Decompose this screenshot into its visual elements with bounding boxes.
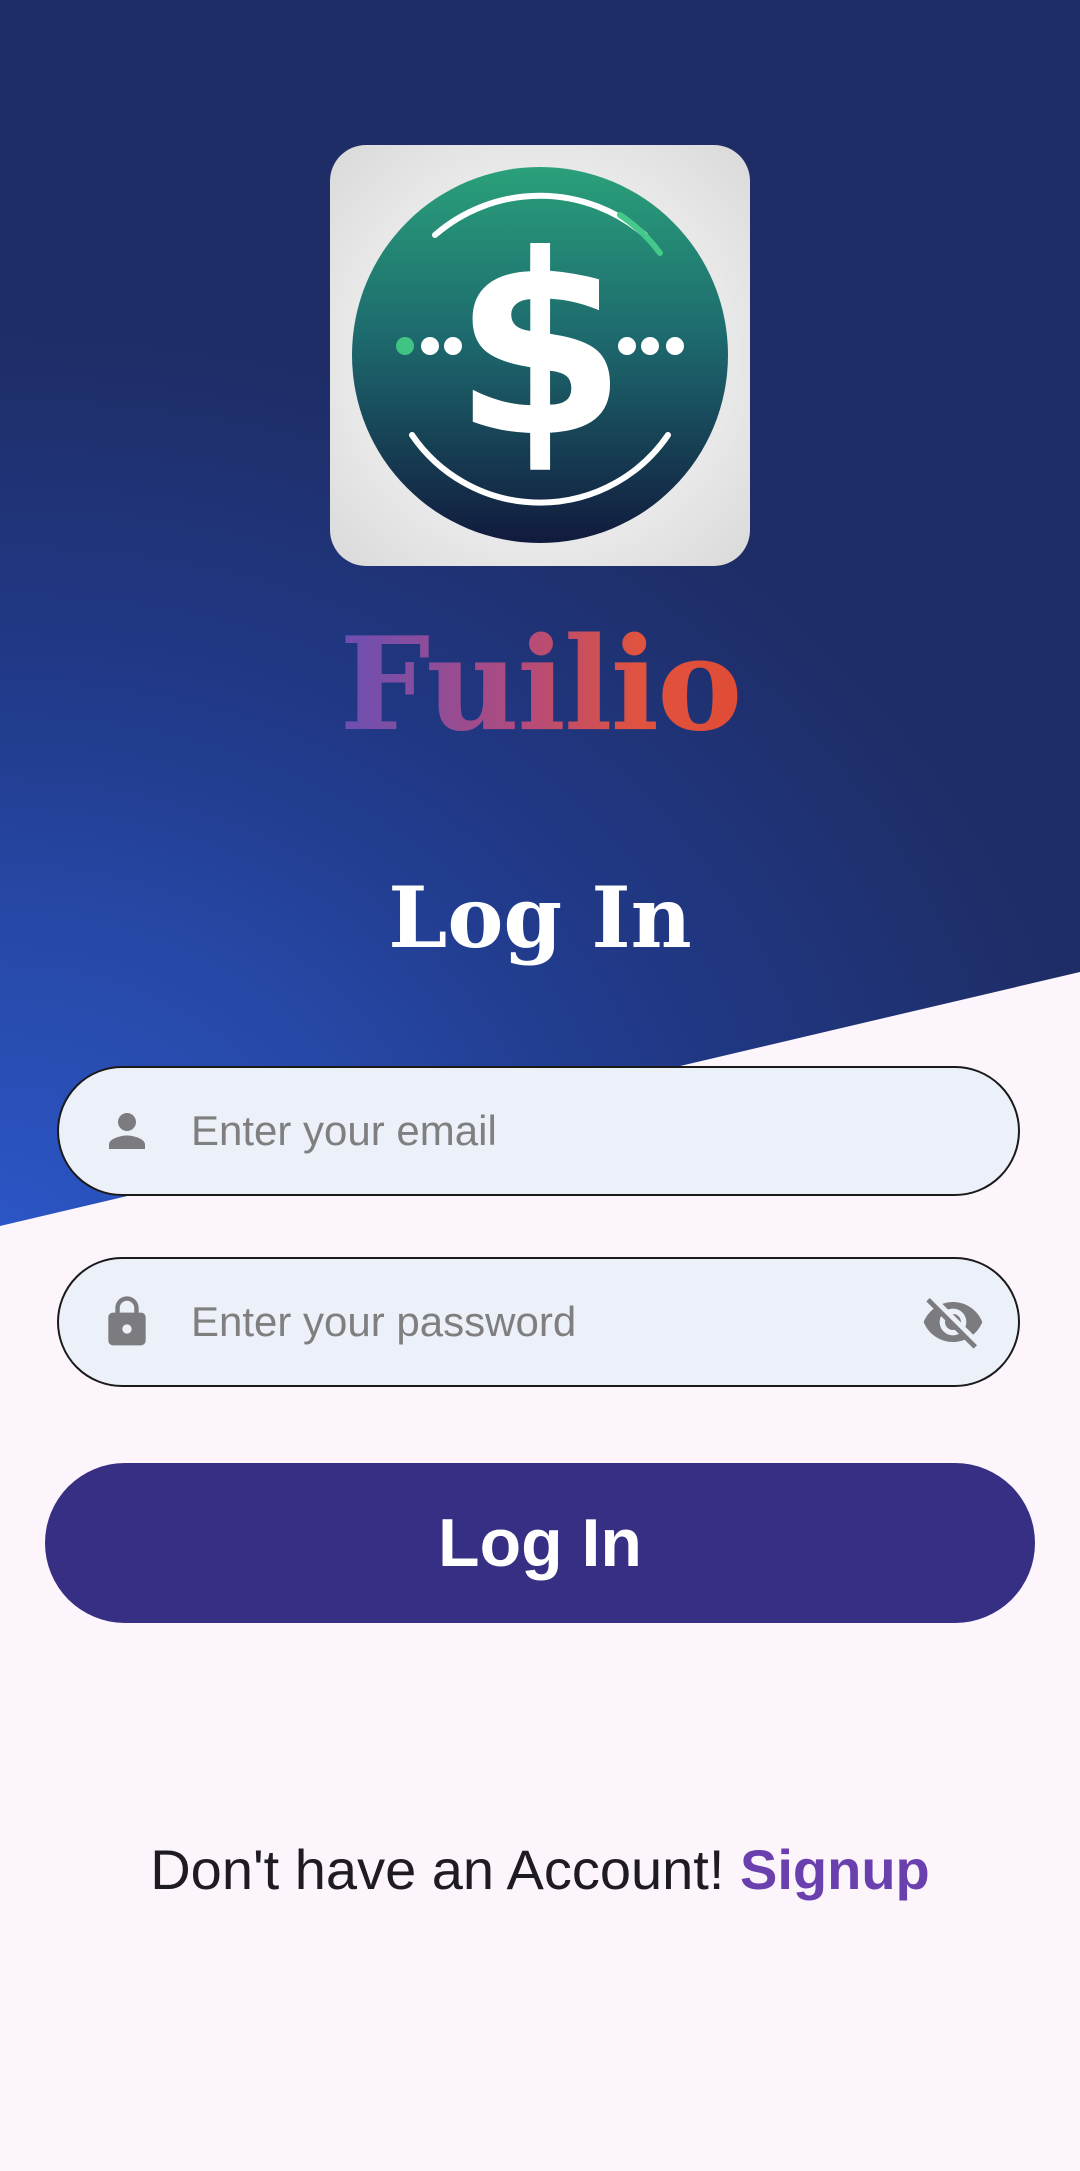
password-field[interactable]	[57, 1257, 1020, 1387]
signup-link[interactable]: Signup	[740, 1838, 930, 1901]
password-input[interactable]	[191, 1292, 918, 1352]
signup-prompt-text: Don't have an Account!	[150, 1838, 725, 1901]
login-button[interactable]: Log In	[45, 1463, 1035, 1623]
email-input[interactable]	[191, 1101, 1018, 1161]
lock-icon	[97, 1292, 157, 1352]
brand-name: Fuilio	[339, 610, 743, 760]
eye-off-icon[interactable]	[918, 1292, 988, 1352]
signup-prompt: Don't have an Account! Signup	[0, 1838, 1080, 1902]
email-field[interactable]	[57, 1066, 1020, 1196]
login-screen: $ Fuilio Log In Log In Don't have an Acc…	[0, 0, 1080, 2171]
dollar-coin-logo-icon: $	[352, 167, 728, 543]
person-icon	[97, 1101, 157, 1161]
app-logo: $	[330, 145, 750, 566]
svg-text:$: $	[453, 201, 627, 492]
page-title: Log In	[388, 868, 692, 967]
